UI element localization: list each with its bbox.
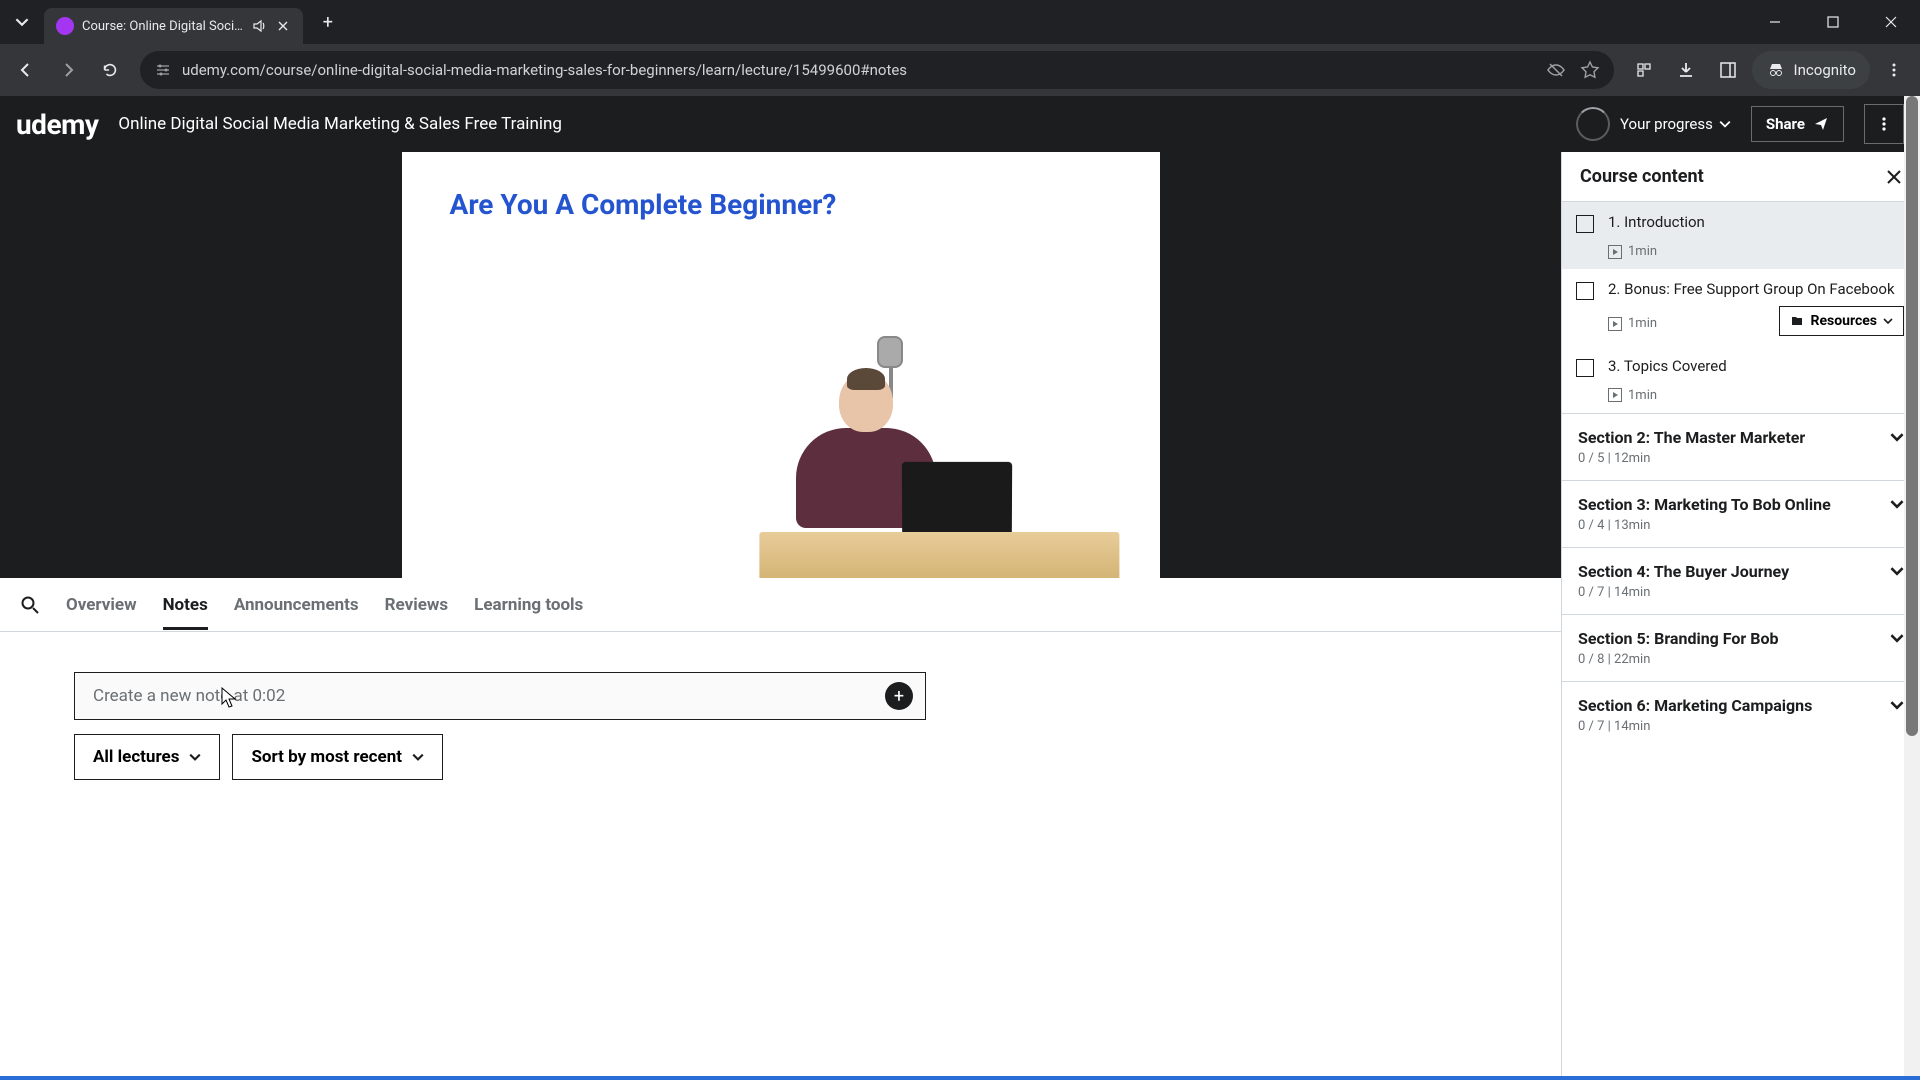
resources-button[interactable]: Resources <box>1779 306 1904 336</box>
lecture-checkbox[interactable] <box>1576 215 1594 233</box>
address-bar[interactable]: udemy.com/course/online-digital-social-m… <box>140 51 1614 89</box>
section-title: Section 2: The Master Marketer <box>1578 428 1805 447</box>
site-settings-icon[interactable] <box>154 61 172 79</box>
lecture-checkbox[interactable] <box>1576 359 1594 377</box>
section-header[interactable]: Section 6: Marketing Campaigns 0 / 7 | 14… <box>1562 681 1920 748</box>
incognito-label: Incognito <box>1794 61 1856 79</box>
search-icon[interactable] <box>20 595 40 615</box>
lecture-duration: 1min <box>1608 388 1657 403</box>
lecture-title: 1. Introduction <box>1608 212 1904 232</box>
back-button[interactable] <box>8 52 44 88</box>
video-player[interactable]: Are You A Complete Beginner? <box>0 152 1561 578</box>
browser-menu-icon[interactable] <box>1876 52 1912 88</box>
section-meta: 0 / 5 | 12min <box>1578 451 1904 466</box>
browser-toolbar: udemy.com/course/online-digital-social-m… <box>0 44 1920 96</box>
reload-button[interactable] <box>92 52 128 88</box>
window-close-button[interactable] <box>1862 0 1920 44</box>
tab-search-dropdown[interactable] <box>6 6 38 38</box>
lecture-duration: 1min <box>1608 316 1657 331</box>
slide-heading: Are You A Complete Beginner? <box>450 188 837 221</box>
window-maximize-button[interactable] <box>1804 0 1862 44</box>
course-title[interactable]: Online Digital Social Media Marketing & … <box>118 114 1556 134</box>
section-header[interactable]: Section 3: Marketing To Bob Online 0 / 4 … <box>1562 480 1920 547</box>
lecture-item[interactable]: 2. Bonus: Free Support Group On Facebook… <box>1562 269 1920 345</box>
lecture-title: 3. Topics Covered <box>1608 356 1904 376</box>
lecture-item[interactable]: 1. Introduction 1min <box>1562 202 1920 269</box>
tab-overview[interactable]: Overview <box>66 581 137 629</box>
bookmark-star-icon[interactable] <box>1580 60 1600 80</box>
progress-dropdown[interactable]: Your progress <box>1620 115 1731 133</box>
side-panel-icon[interactable] <box>1710 52 1746 88</box>
new-note-input[interactable]: Create a new note at 0:02 + <box>74 672 926 720</box>
new-tab-button[interactable]: + <box>313 7 343 37</box>
chevron-down-icon <box>1890 698 1904 712</box>
page-content: udemy Online Digital Social Media Market… <box>0 96 1920 1080</box>
tab-close-icon[interactable] <box>275 18 291 34</box>
lecture-item[interactable]: 3. Topics Covered 1min <box>1562 346 1920 413</box>
lecture-duration: 1min <box>1608 244 1657 259</box>
play-icon <box>1608 317 1622 331</box>
add-note-button[interactable]: + <box>885 682 913 710</box>
section-header[interactable]: Section 5: Branding For Bob 0 / 8 | 22min <box>1562 614 1920 681</box>
section-header[interactable]: Section 4: The Buyer Journey 0 / 7 | 14mi… <box>1562 547 1920 614</box>
video-frame: Are You A Complete Beginner? <box>402 152 1160 578</box>
share-button[interactable]: Share <box>1751 106 1844 142</box>
content-tabs: Overview Notes Announcements Reviews Lea… <box>0 578 1561 632</box>
course-header: udemy Online Digital Social Media Market… <box>0 96 1920 152</box>
course-menu-button[interactable] <box>1864 104 1904 144</box>
course-content-sidebar: Course content 1. Introduction1min2. Bon… <box>1561 152 1920 1080</box>
taskbar-edge <box>0 1076 1920 1080</box>
notes-panel: Create a new note at 0:02 + All lectures… <box>0 632 1000 780</box>
tab-learning-tools[interactable]: Learning tools <box>474 581 583 629</box>
tab-announcements[interactable]: Announcements <box>234 581 359 629</box>
note-placeholder: Create a new note at 0:02 <box>93 686 285 706</box>
tab-reviews[interactable]: Reviews <box>385 581 448 629</box>
lecture-title: 2. Bonus: Free Support Group On Facebook <box>1608 279 1904 299</box>
section-title: Section 4: The Buyer Journey <box>1578 562 1789 581</box>
tab-title: Course: Online Digital Soci… <box>82 19 243 34</box>
section-title: Section 3: Marketing To Bob Online <box>1578 495 1831 514</box>
section-meta: 0 / 7 | 14min <box>1578 585 1904 600</box>
forward-button[interactable] <box>50 52 86 88</box>
media-control-icon[interactable] <box>1626 52 1662 88</box>
section-header[interactable]: Section 2: The Master Marketer 0 / 5 | 12… <box>1562 413 1920 480</box>
audio-icon[interactable] <box>251 18 267 34</box>
incognito-chip[interactable]: Incognito <box>1752 51 1870 89</box>
lecture-checkbox[interactable] <box>1576 282 1594 300</box>
browser-titlebar: Course: Online Digital Soci… + <box>0 0 1920 44</box>
mouse-cursor-icon <box>221 687 237 709</box>
page-scrollbar[interactable] <box>1904 96 1920 1080</box>
section-meta: 0 / 8 | 22min <box>1578 652 1904 667</box>
eye-off-icon[interactable] <box>1546 60 1566 80</box>
play-icon <box>1608 388 1622 402</box>
downloads-icon[interactable] <box>1668 52 1704 88</box>
section-title: Section 6: Marketing Campaigns <box>1578 696 1812 715</box>
desk-graphic <box>759 532 1119 578</box>
sidebar-title: Course content <box>1580 166 1704 187</box>
browser-tab[interactable]: Course: Online Digital Soci… <box>44 8 303 44</box>
laptop-graphic <box>902 462 1012 536</box>
section-meta: 0 / 7 | 14min <box>1578 719 1904 734</box>
udemy-logo[interactable]: udemy <box>16 108 98 141</box>
chevron-down-icon <box>1890 430 1904 444</box>
url-text: udemy.com/course/online-digital-social-m… <box>182 61 1536 79</box>
tab-notes[interactable]: Notes <box>163 581 208 629</box>
chevron-down-icon <box>1890 631 1904 645</box>
sidebar-close-icon[interactable] <box>1886 169 1902 185</box>
page-scroll-thumb[interactable] <box>1906 96 1918 736</box>
section-meta: 0 / 4 | 13min <box>1578 518 1904 533</box>
window-minimize-button[interactable] <box>1746 0 1804 44</box>
filter-lectures-dropdown[interactable]: All lectures <box>74 734 220 780</box>
chevron-down-icon <box>1890 564 1904 578</box>
incognito-icon <box>1766 60 1786 80</box>
filter-sort-dropdown[interactable]: Sort by most recent <box>232 734 443 780</box>
section-title: Section 5: Branding For Bob <box>1578 629 1779 648</box>
progress-ring-icon <box>1576 107 1610 141</box>
chevron-down-icon <box>1890 497 1904 511</box>
play-icon <box>1608 245 1622 259</box>
favicon-icon <box>56 17 74 35</box>
